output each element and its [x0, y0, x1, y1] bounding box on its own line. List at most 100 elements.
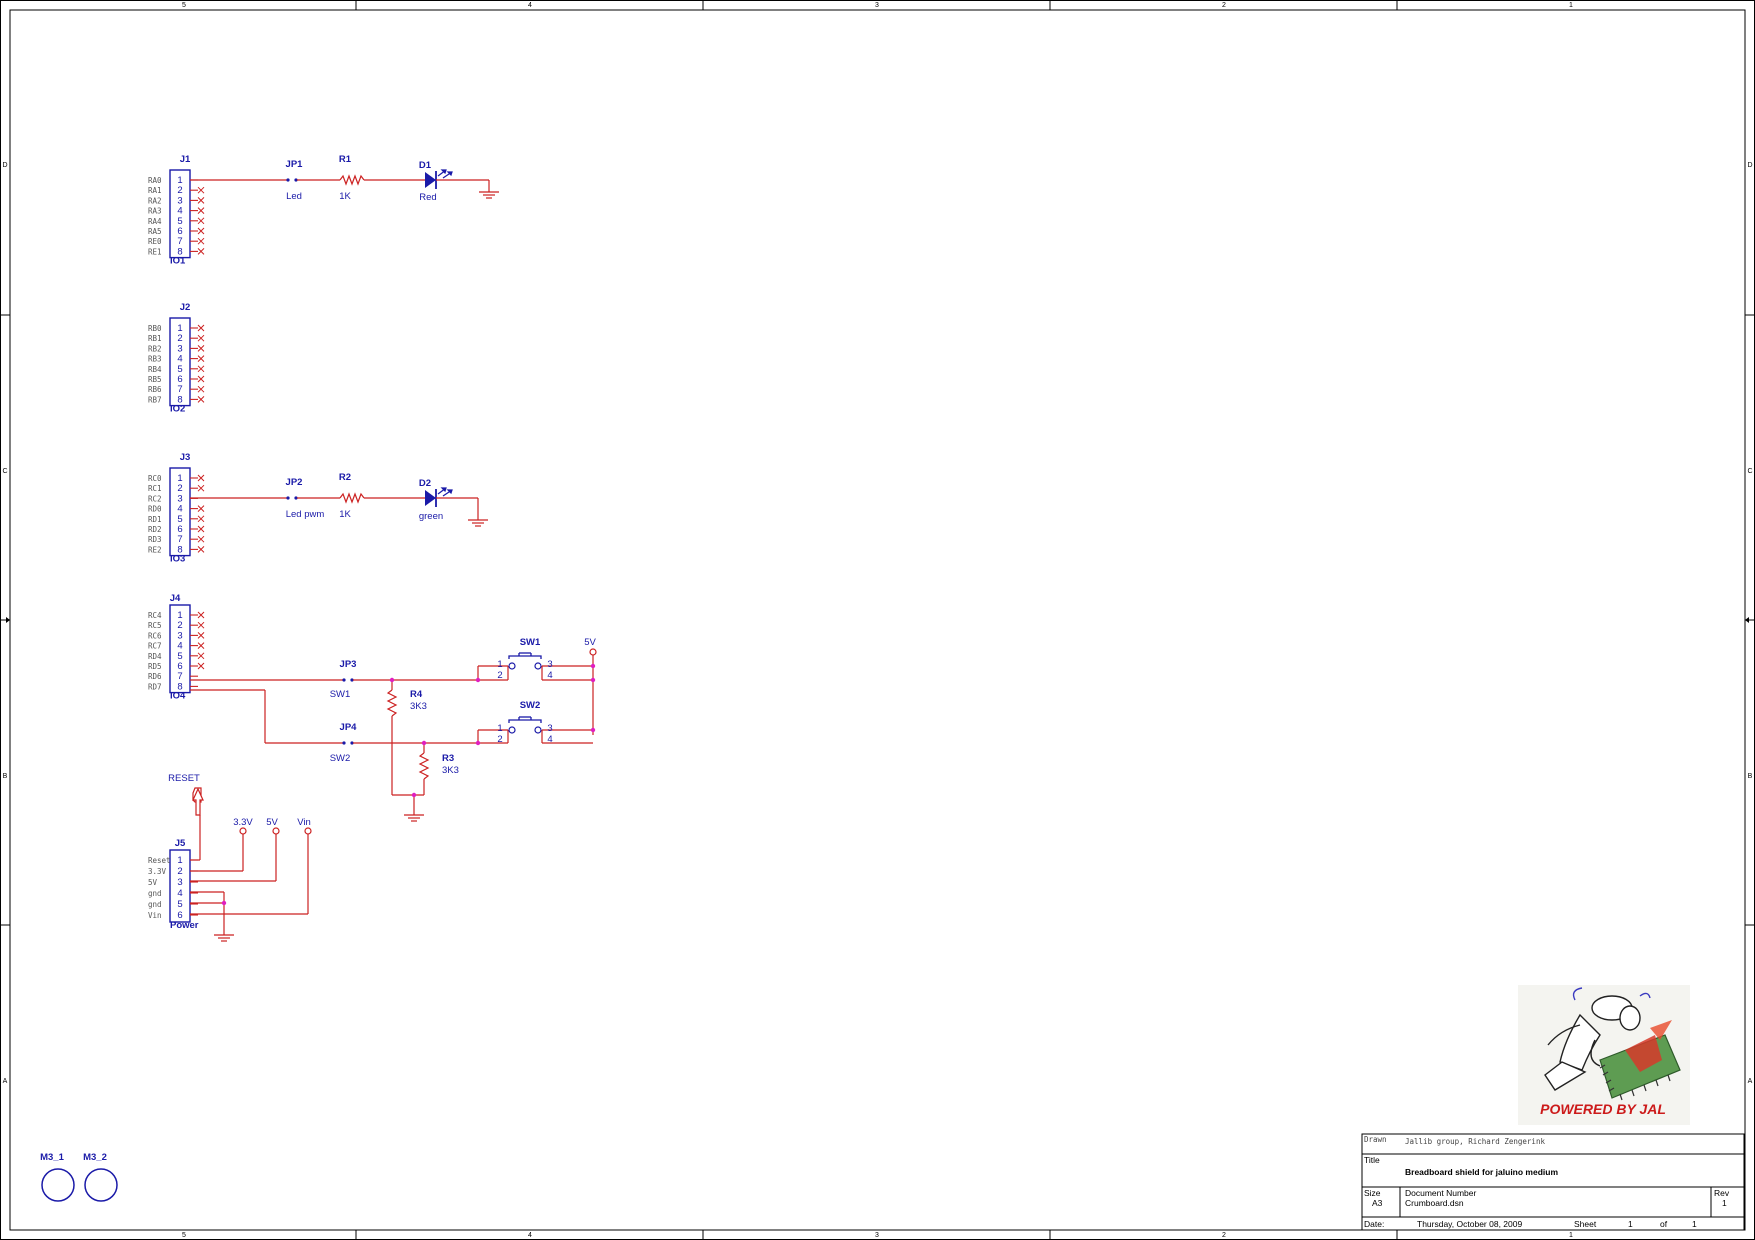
pin-signal: RB4 — [148, 365, 162, 374]
r4-value: 3K3 — [410, 701, 427, 712]
power-port-icon — [239, 827, 247, 835]
row-label: C — [1747, 468, 1752, 475]
pin-signal: RA5 — [148, 227, 162, 236]
pin-signal: RA0 — [148, 176, 162, 185]
sw1-pin: 3 — [547, 659, 552, 670]
title-label: Title — [1364, 1155, 1380, 1165]
d1-ref: D1 — [419, 160, 432, 171]
pin-number: 5 — [177, 899, 182, 910]
row-label: B — [1748, 773, 1753, 780]
sw2-pin: 4 — [547, 734, 552, 745]
pin-signal: RD6 — [148, 672, 162, 681]
powered-by-jal-logo: POWERED BY JAL — [1518, 985, 1690, 1125]
m3-1-ref: M3_1 — [40, 1152, 64, 1163]
no-connect-icon — [197, 546, 205, 553]
date-label: Date: — [1364, 1219, 1384, 1229]
light-emission-icon — [437, 169, 453, 179]
r3-ref: R3 — [442, 753, 454, 764]
no-connect-icon — [197, 197, 205, 204]
power-port-icon — [304, 827, 312, 835]
pin-number: 6 — [177, 910, 182, 921]
pin-signal: RE2 — [148, 545, 162, 554]
no-connect-icon — [197, 237, 205, 245]
date-value: Thursday, October 08, 2009 — [1417, 1219, 1522, 1229]
col-label: 2 — [1222, 1232, 1226, 1239]
r1-value: 1K — [339, 191, 351, 202]
no-connect-icon — [197, 662, 205, 670]
no-connect-icon — [197, 535, 205, 543]
d2-value: green — [419, 511, 443, 522]
pin-number: 2 — [177, 866, 182, 877]
connector-ref: J1 — [180, 154, 191, 165]
jp2-pad — [286, 496, 290, 500]
rev-value: 1 — [1722, 1198, 1727, 1208]
jp3-pad — [342, 678, 346, 682]
connector-j5: J5 Power 1 Reset 2 3.3V 3 5V 4 gnd 5 gnd 6 Vin — [148, 838, 199, 931]
no-connect-icon — [197, 621, 205, 629]
col-label: 5 — [182, 1232, 186, 1239]
no-connect-icon — [197, 396, 205, 403]
pin-signal: RE1 — [148, 247, 162, 256]
pin-signal: RC2 — [148, 494, 162, 503]
led-icon — [425, 490, 436, 506]
connector-j2: J2IO21RB02RB13RB24RB35RB46RB57RB68RB7 — [148, 302, 198, 415]
pin-signal: RD0 — [148, 505, 162, 514]
jp2-ref: JP2 — [286, 477, 303, 488]
col-label: 1 — [1569, 2, 1573, 9]
pin-signal: RC6 — [148, 631, 162, 640]
no-connect-icon — [197, 642, 205, 649]
pin-signal: RD5 — [148, 662, 162, 671]
r2-ref: R2 — [339, 472, 351, 483]
pin-number: 4 — [177, 888, 182, 899]
r4-ref: R4 — [410, 689, 423, 700]
sheet-frame: 5 4 3 2 1 5 4 3 2 1 D C B A D C B A — [0, 0, 1755, 1240]
jp4-value: SW2 — [330, 753, 351, 764]
connector-ref: J2 — [180, 302, 191, 313]
sw2-pin: 1 — [497, 723, 502, 734]
pin-signal: RD4 — [148, 652, 162, 661]
no-connect-icon — [197, 365, 205, 373]
connector-ref: J3 — [180, 452, 191, 463]
sw1-ref: SW1 — [520, 637, 541, 648]
pin-signal: RB2 — [148, 344, 162, 353]
no-connect-icon — [197, 385, 205, 393]
sw2-pin: 2 — [497, 734, 502, 745]
connector-name: Power — [170, 920, 199, 931]
power-port-icon — [589, 648, 597, 656]
led-green-circuit: JP2 Led pwm R2 1K D2 green — [190, 472, 488, 527]
col-label: 3 — [875, 2, 879, 9]
reset-label: RESET — [168, 773, 200, 784]
size-value: A3 — [1372, 1198, 1383, 1208]
pin-number: 1 — [177, 855, 182, 866]
pin-signal: RC5 — [148, 621, 162, 630]
jp1-pad — [286, 178, 290, 182]
rev-label: Rev — [1714, 1188, 1730, 1198]
led-icon — [425, 172, 436, 188]
no-connect-icon — [197, 375, 205, 383]
connector-ref: J5 — [175, 838, 186, 849]
mounting-hole-icon — [84, 1168, 118, 1202]
pin-signal: RD1 — [148, 515, 162, 524]
pin-signal: 5V — [148, 878, 158, 887]
switch-circuit: 1 2 3 4 1 2 3 4 5V JP3 SW1 JP4 SW2 R4 3K… — [190, 637, 597, 822]
no-connect-icon — [197, 525, 205, 533]
of-label: of — [1660, 1219, 1668, 1229]
connector-j3: J3IO31RC02RC13RC24RD05RD16RD27RD38RE2 — [148, 452, 198, 565]
m3-2-ref: M3_2 — [83, 1152, 107, 1163]
row-label: D — [2, 162, 7, 169]
no-connect-icon — [197, 207, 205, 214]
vin-label: Vin — [297, 817, 311, 828]
logo-text: POWERED BY JAL — [1540, 1101, 1666, 1117]
no-connect-icon — [197, 505, 205, 512]
pin-signal: RD2 — [148, 525, 162, 534]
pin-signal: RE0 — [148, 237, 162, 246]
pin-signal: RB5 — [148, 375, 162, 384]
pin-signal: RB7 — [148, 395, 162, 404]
sheet-label: Sheet — [1574, 1219, 1597, 1229]
no-connect-icon — [197, 227, 205, 235]
no-connect-icon — [197, 652, 205, 660]
no-connect-icon — [197, 186, 205, 194]
title-value: Breadboard shield for jaluino medium — [1405, 1167, 1558, 1177]
jp1-ref: JP1 — [286, 159, 304, 170]
pin-signal: RC0 — [148, 474, 162, 483]
